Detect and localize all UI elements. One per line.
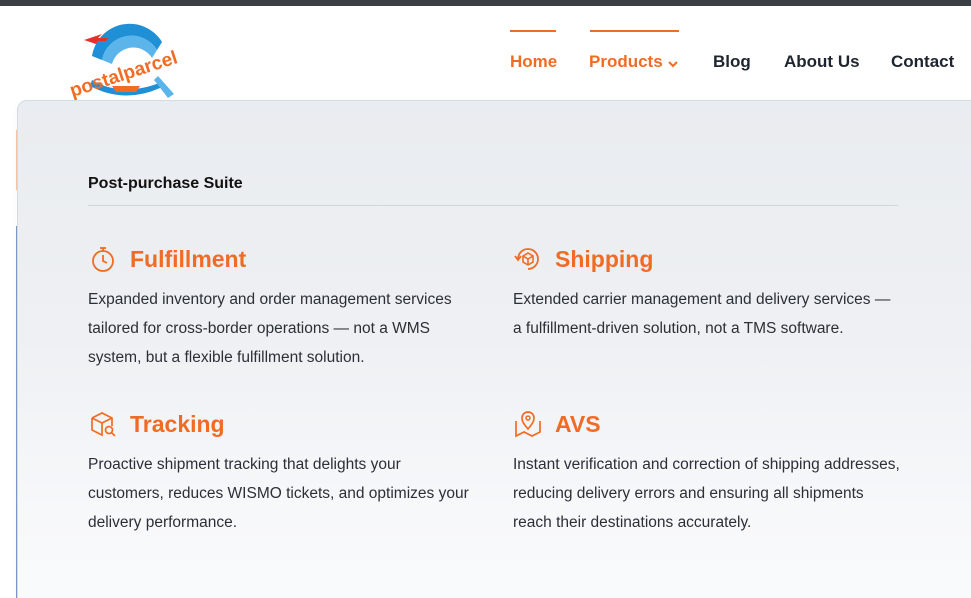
shipping-title: Shipping bbox=[555, 245, 654, 272]
shipping-description: Extended carrier management and delivery… bbox=[513, 291, 891, 337]
home-active-indicator bbox=[510, 30, 556, 32]
nav-blog[interactable]: Blog bbox=[713, 52, 751, 72]
chevron-down-icon bbox=[667, 53, 678, 73]
avs-description: Instant verification and correction of s… bbox=[513, 456, 900, 531]
menu-item-avs[interactable]: AVS Instant verification and correction … bbox=[513, 408, 903, 537]
map-pin-icon bbox=[513, 409, 543, 439]
menu-item-shipping[interactable]: Shipping Extended carrier management and… bbox=[513, 243, 903, 343]
fulfillment-description: Expanded inventory and order management … bbox=[88, 291, 452, 366]
menu-item-fulfillment[interactable]: Fulfillment Expanded inventory and order… bbox=[88, 243, 478, 372]
products-active-indicator bbox=[590, 30, 679, 32]
fulfillment-title: Fulfillment bbox=[130, 245, 247, 272]
box-search-icon bbox=[88, 409, 118, 439]
menu-item-tracking[interactable]: Tracking Proactive shipment tracking tha… bbox=[88, 408, 478, 537]
suite-title: Post-purchase Suite bbox=[88, 175, 243, 192]
nav-about-us[interactable]: About Us bbox=[784, 52, 860, 72]
stopwatch-icon bbox=[88, 244, 118, 274]
nav-contact[interactable]: Contact bbox=[891, 52, 954, 72]
avs-title: AVS bbox=[555, 410, 601, 437]
nav-products[interactable]: Products bbox=[589, 52, 678, 73]
tracking-description: Proactive shipment tracking that delight… bbox=[88, 456, 469, 531]
box-cycle-icon bbox=[513, 244, 543, 274]
nav-home[interactable]: Home bbox=[510, 52, 557, 72]
products-mega-menu: Post-purchase Suite Fulfillment Expanded… bbox=[17, 100, 971, 598]
nav-products-label: Products bbox=[589, 52, 663, 71]
tracking-title: Tracking bbox=[130, 410, 225, 437]
main-nav: Home Products Blog About Us Contact bbox=[0, 0, 971, 100]
divider bbox=[88, 205, 898, 206]
